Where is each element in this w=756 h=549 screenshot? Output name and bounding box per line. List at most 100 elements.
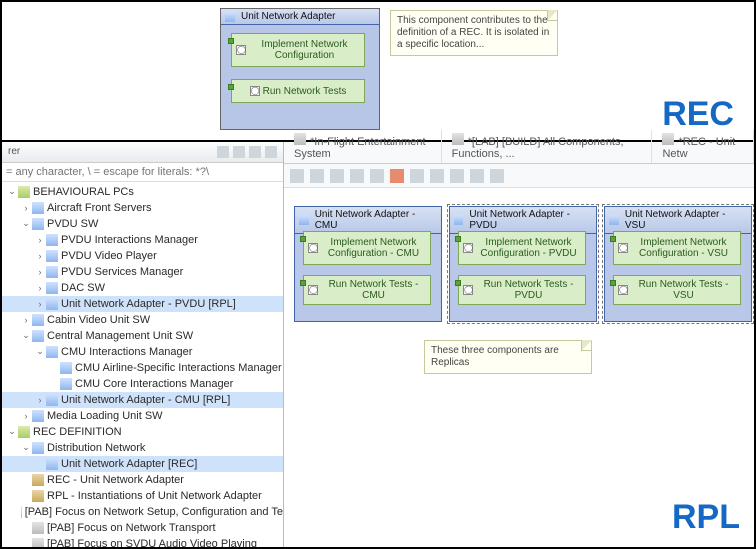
collapse-icon[interactable] [233, 146, 245, 158]
editor-tab[interactable]: *REC - Unit Netw [652, 130, 754, 163]
rpl-component-block[interactable]: Unit Network Adapter - PVDU◯Implement Ne… [449, 206, 597, 322]
expand-open-icon[interactable]: ⌄ [20, 442, 32, 453]
tree-node[interactable]: ›DAC SW [2, 280, 283, 296]
comp-icon [32, 442, 44, 454]
rec-block-title-text: Unit Network Adapter [241, 11, 336, 22]
block-title-text: Unit Network Adapter - CMU [315, 209, 437, 231]
toolbar-button[interactable] [290, 169, 304, 183]
tree-node[interactable]: ⌄ Central Management Unit SW [2, 328, 283, 344]
rec-icon [32, 474, 44, 486]
fn-implement[interactable]: ◯Implement Network Configuration - CMU [303, 231, 431, 265]
diag-icon [21, 506, 22, 518]
rec-block-title: Unit Network Adapter [221, 9, 379, 25]
minimize-icon[interactable] [265, 146, 277, 158]
tree-node[interactable]: [PAB] Focus on Network Transport [2, 520, 283, 536]
tree-node[interactable]: [PAB] Focus on Network Setup, Configurat… [2, 504, 283, 520]
expand-closed-icon[interactable]: › [34, 299, 46, 309]
tree-node[interactable]: RPL - Instantiations of Unit Network Ada… [2, 488, 283, 504]
tree-node[interactable]: REC - Unit Network Adapter [2, 472, 283, 488]
expand-open-icon[interactable]: ⌄ [20, 218, 32, 229]
tree-node-label: [PAB] Focus on SVDU Audio Video Playing [47, 538, 257, 547]
toolbar-button[interactable] [410, 169, 424, 183]
comp-icon [32, 330, 44, 342]
tree-node[interactable]: ⌄ BEHAVIOURAL PCs [2, 184, 283, 200]
tree-node-label: Central Management Unit SW [47, 330, 193, 342]
menu-icon[interactable] [249, 146, 261, 158]
comp-icon [46, 394, 58, 406]
toolbar-button[interactable] [350, 169, 364, 183]
toolbar-button[interactable] [490, 169, 504, 183]
tree-node[interactable]: ›Aircraft Front Servers [2, 200, 283, 216]
rec-fn-runtests[interactable]: ◯ Run Network Tests [231, 79, 365, 103]
rec-note: This component contributes to the defini… [390, 10, 558, 56]
expand-closed-icon[interactable]: › [20, 203, 32, 213]
editor-tab[interactable]: *In-Flight Entertainment System [284, 130, 442, 163]
fn-pin-icon [300, 236, 306, 242]
expand-closed-icon[interactable]: › [34, 395, 46, 405]
expand-open-icon[interactable]: ⌄ [20, 330, 32, 341]
rec-label: REC [662, 95, 734, 134]
link-icon[interactable] [217, 146, 229, 158]
expand-closed-icon[interactable]: › [34, 251, 46, 261]
toolbar-button[interactable] [310, 169, 324, 183]
expand-closed-icon[interactable]: › [34, 283, 46, 293]
comp-icon [60, 378, 72, 390]
expand-closed-icon[interactable]: › [34, 235, 46, 245]
block-title: Unit Network Adapter - CMU [295, 207, 441, 234]
tree-node[interactable]: Unit Network Adapter [REC] [2, 456, 283, 472]
tree-node[interactable]: ⌄REC DEFINITION [2, 424, 283, 440]
tree-node[interactable]: › PVDU Services Manager [2, 264, 283, 280]
diagram-canvas[interactable]: These three components are Replicas RPL … [284, 188, 754, 547]
expand-open-icon[interactable]: ⌄ [6, 426, 18, 437]
rpl-label: RPL [672, 498, 740, 537]
toolbar-button[interactable] [430, 169, 444, 183]
app-root: Unit Network Adapter ◯ Implement Network… [0, 0, 756, 549]
tree-node[interactable]: ›PVDU Video Player [2, 248, 283, 264]
tree-node-label: PVDU Services Manager [61, 266, 183, 278]
fn-label: Run Network Tests - CMU [321, 279, 426, 301]
expand-closed-icon[interactable]: › [34, 267, 46, 277]
toolbar-button[interactable] [470, 169, 484, 183]
tree-node-label: Media Loading Unit SW [47, 410, 163, 422]
expand-closed-icon[interactable]: › [20, 315, 32, 325]
toolbar-button[interactable] [330, 169, 344, 183]
toolbar-button[interactable] [370, 169, 384, 183]
tree-node[interactable]: ›Unit Network Adapter - PVDU [RPL] [2, 296, 283, 312]
tree-node[interactable]: CMU Core Interactions Manager [2, 376, 283, 392]
rec-fn-implement[interactable]: ◯ Implement Network Configuration [231, 33, 365, 67]
diagram-icon [662, 133, 674, 145]
toolbar-button[interactable] [450, 169, 464, 183]
tree-node-label: [PAB] Focus on Network Transport [47, 522, 216, 534]
rpl-component-block[interactable]: Unit Network Adapter - VSU◯Implement Net… [604, 206, 752, 322]
tree-node[interactable]: › PVDU Interactions Manager [2, 232, 283, 248]
editor-tabs: *In-Flight Entertainment System*[LAB] [B… [284, 142, 754, 164]
rpl-component-block[interactable]: Unit Network Adapter - CMU◯Implement Net… [294, 206, 442, 322]
editor-tab[interactable]: *[LAB] [BUILD] All Components, Functions… [442, 130, 653, 163]
comp-icon [32, 410, 44, 422]
tree-node[interactable]: ⌄Distribution Network [2, 440, 283, 456]
fn-runtests[interactable]: ◯Run Network Tests - CMU [303, 275, 431, 305]
tree-node-label: BEHAVIOURAL PCs [33, 186, 134, 198]
fn-pin-icon [300, 280, 306, 286]
explorer-tree[interactable]: ⌄BEHAVIOURAL PCs›Aircraft Front Servers⌄… [2, 182, 283, 547]
tree-node[interactable]: ›Cabin Video Unit SW [2, 312, 283, 328]
expand-open-icon[interactable]: ⌄ [34, 346, 46, 357]
expand-open-icon[interactable]: ⌄ [6, 186, 18, 197]
tree-node[interactable]: [PAB] Focus on SVDU Audio Video Playing [2, 536, 283, 547]
function-icon: ◯ [308, 243, 318, 253]
comp-icon [46, 298, 58, 310]
tree-node[interactable]: ›Unit Network Adapter - CMU [RPL] [2, 392, 283, 408]
comp-icon [46, 458, 58, 470]
rec-component-block[interactable]: Unit Network Adapter ◯ Implement Network… [220, 8, 380, 130]
toolbar-button[interactable] [390, 169, 404, 183]
filter-input[interactable] [6, 166, 279, 178]
tree-node[interactable]: ⌄PVDU SW [2, 216, 283, 232]
function-icon: ◯ [308, 285, 318, 295]
fn-pin-icon [228, 84, 234, 90]
tree-node[interactable]: CMU Airline-Specific Interactions Manage… [2, 360, 283, 376]
expand-closed-icon[interactable]: › [20, 411, 32, 421]
tree-node[interactable]: › Media Loading Unit SW [2, 408, 283, 424]
tree-node-label: PVDU Interactions Manager [61, 234, 198, 246]
tree-node[interactable]: ⌄CMU Interactions Manager [2, 344, 283, 360]
diag-icon [32, 522, 44, 534]
